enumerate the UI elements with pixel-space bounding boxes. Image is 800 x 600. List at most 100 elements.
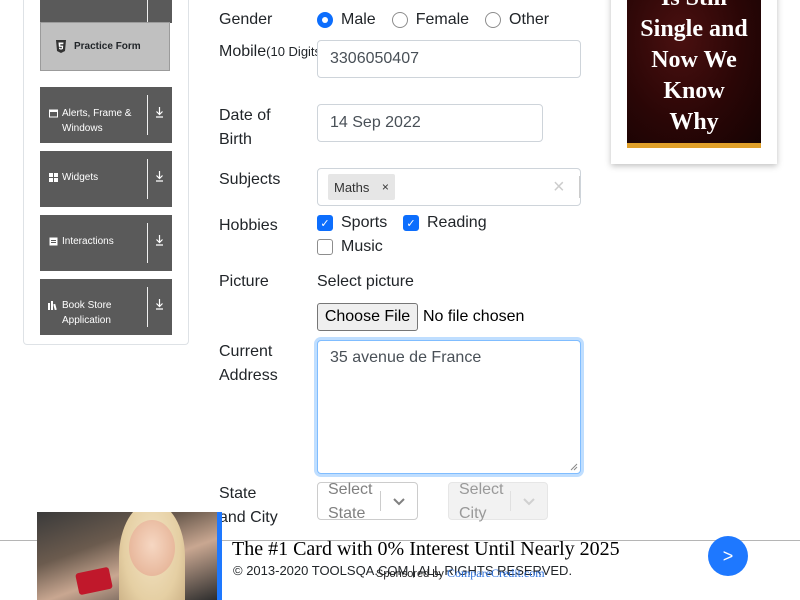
download-arrow-icon[interactable] xyxy=(152,107,166,121)
sidebar-group-divider xyxy=(147,159,148,199)
bottom-ad-headline[interactable]: The #1 Card with 0% Interest Until Nearl… xyxy=(232,536,620,562)
city-select[interactable]: Select City xyxy=(448,481,548,522)
address-label: Current Address xyxy=(219,340,278,388)
credit-card-icon xyxy=(75,566,113,596)
gender-radio-male[interactable]: Male xyxy=(317,11,376,29)
sidebar-group-label: Widgets xyxy=(62,172,99,183)
dob-label-line1: Date of xyxy=(219,107,271,124)
window-icon xyxy=(48,109,58,119)
state-city-label-line1: State xyxy=(219,485,257,502)
sidebar-group-divider xyxy=(147,95,148,135)
bottom-ad-next-button[interactable]: > xyxy=(708,536,748,576)
hobby-checkbox-reading[interactable]: ✓ Reading xyxy=(403,214,487,232)
gender-radio-other[interactable]: Other xyxy=(485,11,549,29)
checkbox-box[interactable] xyxy=(317,239,333,255)
address-label-line1: Current xyxy=(219,343,273,360)
sponsored-prefix: Sponsored by xyxy=(376,568,444,580)
state-placeholder-line2: State xyxy=(328,505,366,522)
checkmark-icon[interactable]: ✓ xyxy=(403,215,419,231)
dob-value: 14 Sep 2022 xyxy=(330,114,421,131)
subjects-separator xyxy=(579,176,580,198)
subjects-clear-icon[interactable]: × xyxy=(553,175,565,199)
mobile-value: 3306050407 xyxy=(330,50,419,67)
gender-label: Gender xyxy=(219,11,273,28)
radio-label[interactable]: Female xyxy=(416,11,469,29)
select-picture-label: Select picture xyxy=(317,273,414,290)
select-separator xyxy=(510,491,511,511)
resize-handle-icon[interactable] xyxy=(570,463,578,471)
checkbox-label[interactable]: Reading xyxy=(427,214,487,232)
gender-radio-group: Male Female Other xyxy=(317,10,565,30)
radio-dot[interactable] xyxy=(391,12,408,28)
book-store-icon xyxy=(48,301,58,311)
radio-label[interactable]: Male xyxy=(341,11,376,29)
address-value: 35 avenue de France xyxy=(330,349,482,366)
sidebar-group-label: Interactions xyxy=(62,236,114,247)
subject-chip: Maths × xyxy=(328,174,396,200)
side-ad-image[interactable]: Is Still Single and Now We Know Why xyxy=(627,0,761,148)
sidebar-group-interactions[interactable]: Interactions xyxy=(40,215,172,271)
checkmark-icon[interactable]: ✓ xyxy=(317,215,333,231)
download-arrow-icon[interactable] xyxy=(152,235,166,249)
sidebar-group-divider xyxy=(147,0,148,23)
sidebar-group-divider xyxy=(147,287,148,327)
hobby-checkbox-music[interactable]: Music xyxy=(317,238,383,256)
city-placeholder-line2: City xyxy=(459,505,487,522)
sponsor-brand[interactable]: CompareCredit.com xyxy=(447,566,545,580)
picture-label: Picture xyxy=(219,273,269,290)
download-arrow-icon[interactable] xyxy=(152,171,166,185)
address-label-line2: Address xyxy=(219,367,278,384)
bottom-ad-accent-strip xyxy=(217,512,222,600)
sidebar-group-divider xyxy=(147,223,148,263)
sidebar-group-alerts[interactable]: Alerts, Frame & Windows xyxy=(40,87,172,143)
side-ad-line: Now We xyxy=(651,47,737,73)
html5-icon xyxy=(56,40,66,53)
hobbies-label: Hobbies xyxy=(219,217,278,234)
state-placeholder: Select State xyxy=(328,478,372,526)
state-city-label: State and City xyxy=(219,482,278,530)
state-city-label-line2: and City xyxy=(219,509,278,526)
checkbox-label[interactable]: Music xyxy=(341,238,383,256)
sidebar-item-practice-form[interactable]: Practice Form xyxy=(40,22,170,71)
sidebar-group-label: Alerts, Frame & Windows xyxy=(62,108,132,134)
radio-dot[interactable] xyxy=(485,12,502,28)
chevron-down-icon xyxy=(523,498,535,506)
radio-label[interactable]: Other xyxy=(509,11,549,29)
mobile-label-text: Mobile xyxy=(219,43,267,60)
mobile-input[interactable]: 3306050407 xyxy=(317,40,581,78)
radio-dot[interactable] xyxy=(317,12,333,28)
sidebar-group-widgets[interactable]: Widgets xyxy=(40,151,172,207)
state-placeholder-line1: Select xyxy=(328,481,373,498)
city-placeholder: Select City xyxy=(459,478,503,526)
dob-input[interactable]: 14 Sep 2022 xyxy=(317,104,543,142)
widgets-grid-icon xyxy=(48,173,58,183)
download-arrow-icon[interactable] xyxy=(152,299,166,313)
side-ad-line: Know xyxy=(663,78,725,104)
side-ad-line: Is Still xyxy=(627,0,761,14)
sidebar-group-label: Book Store Application xyxy=(62,300,112,326)
side-ad-line: Why xyxy=(669,109,719,135)
mobile-label: Mobile(10 Digits) xyxy=(219,40,325,64)
sidebar-item-label: Practice Form xyxy=(74,41,141,52)
checkbox-label[interactable]: Sports xyxy=(341,214,387,232)
state-select[interactable]: Select State xyxy=(317,481,418,522)
interactions-icon xyxy=(48,237,58,247)
bottom-ad-sponsor[interactable]: Sponsored by CompareCredit.com xyxy=(376,566,545,581)
subjects-label: Subjects xyxy=(219,171,281,188)
hobby-checkbox-sports[interactable]: ✓ Sports xyxy=(317,214,387,232)
file-status: No file chosen xyxy=(423,308,525,325)
chevron-down-icon[interactable] xyxy=(389,491,409,511)
dob-label: Date of Birth xyxy=(219,104,271,152)
chip-remove-icon[interactable]: × xyxy=(375,174,395,200)
ad-photo-face xyxy=(129,520,175,576)
side-ad-line: Single and xyxy=(640,16,748,42)
choose-file-button[interactable]: Choose File xyxy=(317,303,418,331)
gender-radio-female[interactable]: Female xyxy=(391,11,469,29)
sidebar-group-book-store[interactable]: Book Store Application xyxy=(40,279,172,335)
dob-label-line2: Birth xyxy=(219,131,252,148)
sidebar-group-forms[interactable] xyxy=(40,0,172,23)
select-separator xyxy=(380,491,381,511)
city-placeholder-line1: Select xyxy=(459,481,504,498)
current-address-textarea[interactable]: 35 avenue de France xyxy=(317,340,581,474)
bottom-ad-image[interactable] xyxy=(37,512,217,600)
